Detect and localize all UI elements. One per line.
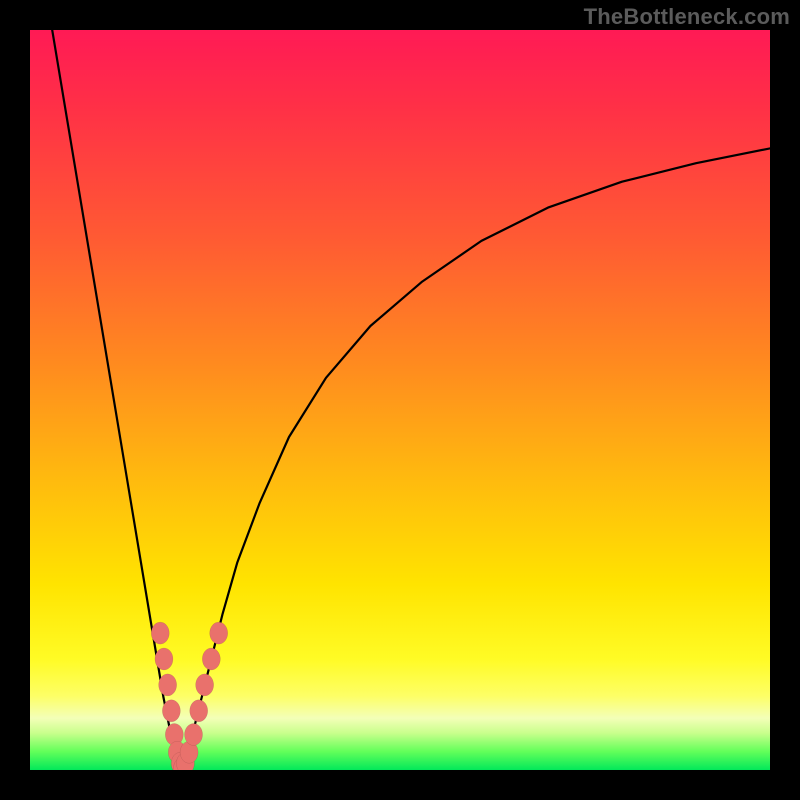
chart-svg	[30, 30, 770, 770]
watermark-text: TheBottleneck.com	[584, 4, 790, 30]
marker-point	[196, 674, 214, 696]
chart-plot-area	[30, 30, 770, 770]
marker-point	[155, 648, 173, 670]
marker-point	[151, 622, 169, 644]
series-right-branch	[182, 148, 770, 770]
marker-point	[162, 700, 180, 722]
marker-point	[185, 723, 203, 745]
marker-point	[202, 648, 220, 670]
chart-frame: TheBottleneck.com	[0, 0, 800, 800]
marker-point	[159, 674, 177, 696]
marker-point	[190, 700, 208, 722]
marker-point	[210, 622, 228, 644]
